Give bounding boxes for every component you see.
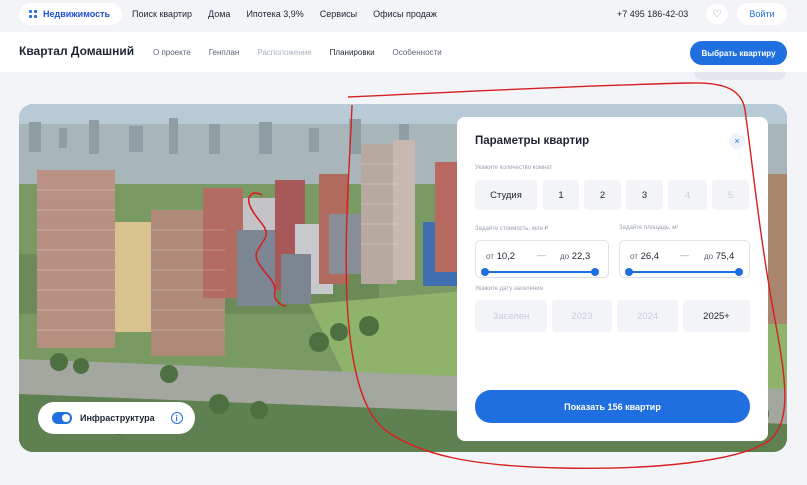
price-from-prefix: от xyxy=(486,252,494,261)
area-from-value[interactable]: 26,4 xyxy=(641,251,660,262)
year-2025-button[interactable]: 2025+ xyxy=(683,300,750,332)
area-to: до 75,4 xyxy=(704,251,734,262)
price-slider-min-handle[interactable] xyxy=(481,268,489,276)
area-slider-max-handle[interactable] xyxy=(735,268,743,276)
area-to-value[interactable]: 75,4 xyxy=(716,251,735,262)
price-slider-max-handle[interactable] xyxy=(591,268,599,276)
area-slider-track xyxy=(629,271,740,273)
tab-about[interactable]: О проекте xyxy=(153,48,191,57)
area-from: от 26,4 xyxy=(630,251,659,262)
year-2024-button[interactable]: 2024 xyxy=(617,300,678,332)
area-from-prefix: от xyxy=(630,252,638,261)
year-2023-button[interactable]: 2023 xyxy=(552,300,612,332)
phone-link[interactable]: +7 495 186-42-03 xyxy=(617,9,688,19)
room-5-button[interactable]: 5 xyxy=(712,180,749,210)
choose-apartment-button[interactable]: Выбрать квартиру xyxy=(690,41,787,65)
tab-layouts[interactable]: Планировки xyxy=(330,48,375,57)
heart-icon: ♡ xyxy=(712,8,722,20)
close-icon[interactable]: × xyxy=(729,133,745,149)
infrastructure-toggle[interactable]: Инфраструктура i xyxy=(38,402,195,434)
rooms-label: Укажите количество комнат xyxy=(475,165,553,171)
top-nav: Поиск квартир Дома Ипотека 3,9% Сервисы … xyxy=(132,9,437,19)
brand-label: Недвижимость xyxy=(43,9,111,19)
price-slider-track xyxy=(485,271,596,273)
top-nav-services[interactable]: Сервисы xyxy=(320,9,357,19)
price-to-value[interactable]: 22,3 xyxy=(572,251,591,262)
room-1-button[interactable]: 1 xyxy=(543,180,579,210)
project-title[interactable]: Квартал Домашний xyxy=(19,44,134,58)
room-3-button[interactable]: 3 xyxy=(626,180,663,210)
grid-icon xyxy=(29,10,37,18)
top-nav-houses[interactable]: Дома xyxy=(208,9,230,19)
area-label: Задайте площадь, м² xyxy=(619,225,679,231)
brand-button[interactable]: Недвижимость xyxy=(19,3,123,25)
area-slider-min-handle[interactable] xyxy=(625,268,633,276)
login-button[interactable]: Войти xyxy=(737,3,787,25)
room-studio-button[interactable]: Студия xyxy=(475,180,537,210)
project-header: Квартал Домашний О проекте Генплан Распо… xyxy=(0,32,807,72)
infrastructure-label: Инфраструктура xyxy=(80,413,155,423)
show-apartments-button[interactable]: Показать 156 квартир xyxy=(475,390,750,423)
room-4-button[interactable]: 4 xyxy=(668,180,707,210)
top-bar: Недвижимость Поиск квартир Дома Ипотека … xyxy=(0,0,807,30)
price-from-value[interactable]: 10,2 xyxy=(497,251,516,262)
tab-features[interactable]: Особенности xyxy=(393,48,442,57)
project-nav: О проекте Генплан Расположение Планировк… xyxy=(153,48,460,57)
apartment-params-panel: Параметры квартир × Укажите количество к… xyxy=(457,117,768,441)
area-dash: — xyxy=(680,250,689,260)
toggle-switch[interactable] xyxy=(52,412,72,424)
year-settled-button[interactable]: Заселен xyxy=(475,300,547,332)
price-label: Задайте стоимость, млн ₽ xyxy=(475,226,549,232)
tab-genplan[interactable]: Генплан xyxy=(209,48,240,57)
info-icon[interactable]: i xyxy=(170,412,183,424)
price-from: от 10,2 xyxy=(486,251,515,262)
hidden-pill-edge xyxy=(694,72,786,80)
top-nav-offices[interactable]: Офисы продаж xyxy=(373,9,437,19)
date-label: Укажите дату заселения xyxy=(475,286,543,292)
price-to-prefix: до xyxy=(560,252,570,261)
top-nav-search[interactable]: Поиск квартир xyxy=(132,9,192,19)
panel-title: Параметры квартир xyxy=(475,135,590,147)
room-2-button[interactable]: 2 xyxy=(584,180,621,210)
favorites-button[interactable]: ♡ xyxy=(706,4,728,24)
top-nav-mortgage[interactable]: Ипотека 3,9% xyxy=(246,9,303,19)
area-to-prefix: до xyxy=(704,252,714,261)
price-to: до 22,3 xyxy=(560,251,590,262)
tab-location[interactable]: Расположение xyxy=(257,48,311,57)
price-dash: — xyxy=(537,250,546,260)
